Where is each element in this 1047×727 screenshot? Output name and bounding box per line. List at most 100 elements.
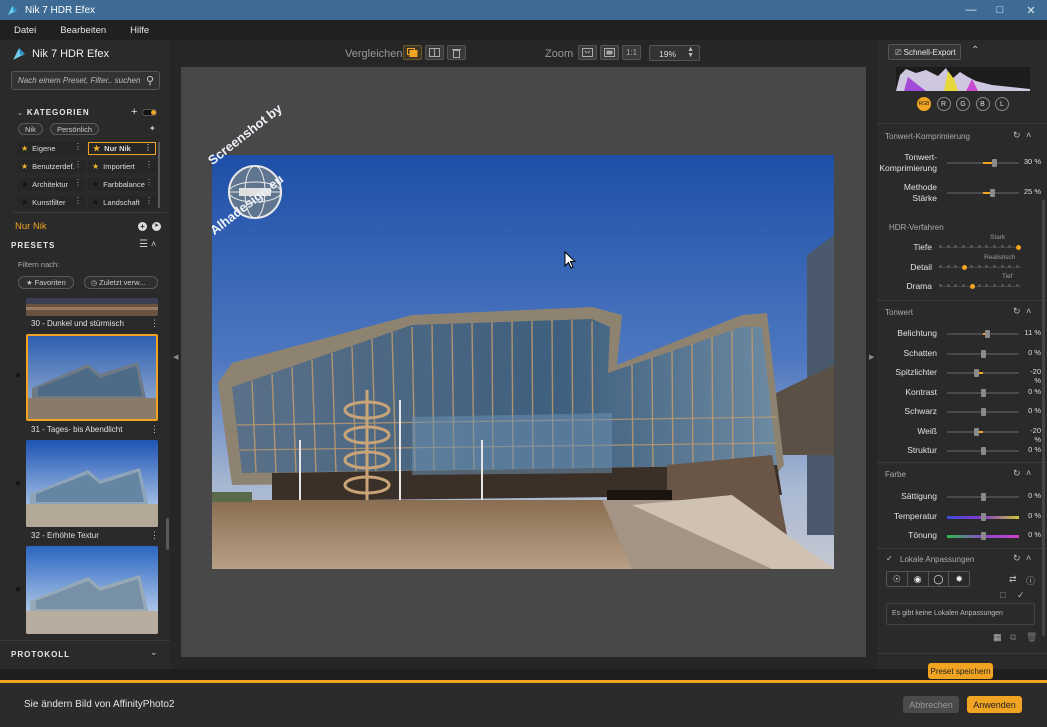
hdr-dot[interactable] xyxy=(1016,264,1019,268)
category-item[interactable]: ★ Farbbalance ⋮ xyxy=(88,178,156,191)
collapse-section-icon[interactable]: ˄ xyxy=(1026,130,1031,140)
slider-row[interactable]: Struktur 0 % xyxy=(877,444,1047,460)
slider-track[interactable] xyxy=(947,349,1019,358)
category-item[interactable]: ★ Benutzerdef. ⋮ xyxy=(17,160,85,173)
hdr-dot[interactable] xyxy=(977,284,981,287)
reset-icon[interactable]: ↻ xyxy=(1013,130,1021,141)
reset-icon[interactable]: ↻ xyxy=(1013,306,1021,317)
channel-rgb-button[interactable]: RGB xyxy=(917,97,931,111)
slider-track[interactable] xyxy=(947,330,1019,338)
slider-row[interactable]: Schwarz 0 % xyxy=(877,405,1047,421)
hdr-dot[interactable] xyxy=(939,284,942,287)
hdr-selected-dot[interactable] xyxy=(962,264,968,270)
hdr-selected-dot[interactable] xyxy=(1016,245,1021,250)
left-splitter[interactable]: ◀ xyxy=(170,40,181,669)
apply-button[interactable]: Anwenden xyxy=(967,696,1022,713)
duplicate-icon[interactable]: ⧉ xyxy=(1010,632,1016,643)
protokoll-title[interactable]: PROTOKOLL xyxy=(11,650,70,659)
slider-track[interactable] xyxy=(947,159,1019,167)
slider-track[interactable] xyxy=(947,369,1019,377)
slider-row[interactable]: Belichtung 11 % xyxy=(877,327,1047,343)
preset-menu-icon[interactable]: ⋮ xyxy=(150,424,159,435)
category-menu-icon[interactable]: ⋮ xyxy=(144,143,152,152)
collapse-all-icon[interactable]: ⌃ xyxy=(971,45,979,56)
hdr-dot[interactable] xyxy=(946,264,950,268)
preset-label-31[interactable]: 31 - Tages- bis Abendlicht xyxy=(31,425,122,434)
reset-icon[interactable]: ↻ xyxy=(1013,468,1021,479)
chip-add-icon[interactable]: ✦ xyxy=(149,124,156,133)
stepper-icon[interactable]: ▲ ▼ xyxy=(687,46,694,59)
channel-r-button[interactable]: R xyxy=(936,97,951,111)
local-adjust-checkbox[interactable]: ✓ xyxy=(886,554,893,563)
import-preset-icon[interactable]: ➤ xyxy=(152,222,161,231)
slider-track[interactable] xyxy=(947,447,1019,455)
slider-track[interactable] xyxy=(947,532,1019,540)
hdr-dot[interactable] xyxy=(1000,245,1004,248)
slider-track[interactable] xyxy=(947,427,1019,436)
menu-hilfe[interactable]: Hilfe xyxy=(130,25,149,36)
channel-g-button[interactable]: G xyxy=(956,97,970,111)
slider-row[interactable]: Spitzlichter -20 % xyxy=(877,366,1047,385)
preset-label-30[interactable]: 30 - Dunkel und stürmisch xyxy=(31,319,124,328)
slider-row[interactable]: Sättigung 0 % xyxy=(877,490,1047,506)
category-item[interactable]: ★ Nur Nik ⋮ xyxy=(88,142,156,155)
hdr-dot[interactable] xyxy=(1000,284,1004,287)
preset-thumbnail-30[interactable] xyxy=(26,298,158,316)
slider-row[interactable]: Weiß -20 % xyxy=(877,425,1047,444)
menu-bearbeiten[interactable]: Bearbeiten xyxy=(60,25,106,36)
copy-icon[interactable]: ▦ xyxy=(993,632,1002,643)
close-button[interactable]: ✕ xyxy=(1015,0,1047,20)
collapse-left-icon[interactable]: ◀ xyxy=(173,353,178,361)
chip-persoenlich[interactable]: Persönlich xyxy=(50,123,100,135)
slider-handle[interactable] xyxy=(981,408,986,416)
category-item[interactable]: ★ Kunstfilter ⋮ xyxy=(17,196,85,209)
hdr-dot[interactable] xyxy=(1008,264,1012,268)
slider-row[interactable]: Methode Stärke 25 % xyxy=(877,182,1047,203)
category-menu-icon[interactable]: ⋮ xyxy=(74,142,82,151)
category-menu-icon[interactable]: ⋮ xyxy=(145,196,153,205)
preset-search-input[interactable]: Nach einem Preset, Filter.. suchen ⚲ xyxy=(11,71,160,90)
slider-handle[interactable] xyxy=(981,532,986,540)
chip-nik[interactable]: Nik xyxy=(18,123,43,135)
zoom-fit-button[interactable] xyxy=(578,45,597,60)
category-item[interactable]: ★ Importiert ⋮ xyxy=(88,160,156,173)
slider-track[interactable] xyxy=(947,512,1019,521)
hdr-dot[interactable] xyxy=(992,245,996,248)
hdr-dot[interactable] xyxy=(992,264,996,268)
slider-handle[interactable] xyxy=(981,512,986,521)
chevron-down-icon[interactable]: ⌄ xyxy=(150,647,158,658)
reset-icon[interactable]: ↻ xyxy=(1013,553,1021,564)
collapse-presets-icon[interactable]: ˄ xyxy=(151,239,156,249)
add-preset-icon[interactable]: + xyxy=(138,222,147,231)
compare-toggle-button[interactable] xyxy=(447,45,466,60)
category-scrollbar[interactable] xyxy=(158,142,160,208)
channel-b-button[interactable]: B xyxy=(975,97,990,111)
cancel-button[interactable]: Abbrechen xyxy=(903,696,959,713)
category-menu-icon[interactable]: ⋮ xyxy=(145,178,153,187)
hdr-dot[interactable] xyxy=(969,245,973,248)
control-point-icon[interactable]: ☉ xyxy=(887,572,908,586)
slider-row[interactable]: Schatten 0 % xyxy=(877,347,1047,363)
category-menu-icon[interactable]: ⋮ xyxy=(74,160,82,169)
zoom-fill-button[interactable] xyxy=(600,45,619,60)
list-view-icon[interactable]: ☰ xyxy=(139,239,148,250)
hdr-dot[interactable] xyxy=(946,245,950,248)
category-menu-icon[interactable]: ⋮ xyxy=(74,178,82,187)
help-icon[interactable]: ⓘ xyxy=(1026,574,1035,587)
maximize-button[interactable]: □ xyxy=(984,0,1016,20)
preset-menu-icon[interactable]: ⋮ xyxy=(150,318,159,329)
compare-split-button[interactable] xyxy=(425,45,444,60)
favorites-filter-button[interactable]: ★ Favoriten xyxy=(18,276,74,289)
slider-handle[interactable] xyxy=(981,388,986,397)
menu-datei[interactable]: Datei xyxy=(14,25,36,36)
save-preset-button[interactable]: Preset speichern xyxy=(928,663,993,679)
slider-row[interactable]: Tönung 0 % xyxy=(877,529,1047,545)
preset-thumbnail-33[interactable] xyxy=(26,546,158,634)
categories-toggle[interactable] xyxy=(142,109,157,116)
compare-single-button[interactable] xyxy=(403,45,422,60)
hdr-dot[interactable] xyxy=(1000,264,1004,268)
slider-track[interactable] xyxy=(947,408,1019,416)
category-menu-icon[interactable]: ⋮ xyxy=(145,160,153,169)
slider-handle[interactable] xyxy=(981,447,986,455)
hdr-dot[interactable] xyxy=(939,245,942,248)
